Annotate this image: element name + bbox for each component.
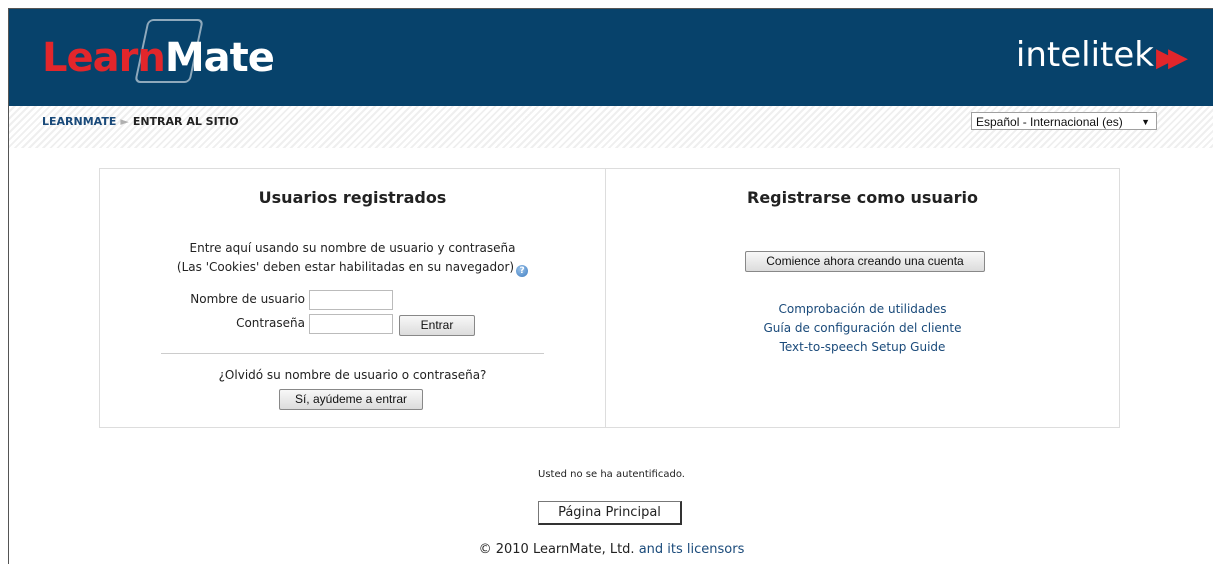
tts-setup-guide-link[interactable]: Text-to-speech Setup Guide [606, 338, 1119, 357]
client-setup-guide-link[interactable]: Guía de configuración del cliente [606, 319, 1119, 338]
login-desc-line1: Entre aquí usando su nombre de usuario y… [189, 241, 516, 255]
login-button[interactable]: Entrar [399, 315, 475, 336]
header-banner: LearnMate intelitek▶▶ [9, 9, 1213, 106]
password-label: Contraseña [236, 316, 305, 330]
username-field[interactable] [309, 290, 393, 310]
intelitek-logo: intelitek▶▶ [1015, 35, 1188, 75]
learnmate-logo[interactable]: LearnMate [42, 35, 275, 81]
password-field[interactable] [309, 314, 393, 334]
login-signup-panel: Usuarios registrados Entre aquí usando s… [99, 168, 1120, 428]
intelitek-text: intelitek [1015, 35, 1154, 75]
login-desc-line2: (Las 'Cookies' deben estar habilitadas e… [176, 260, 515, 274]
login-section: Usuarios registrados Entre aquí usando s… [100, 169, 606, 427]
login-status: Usted no se ha autentificado. [538, 469, 685, 480]
home-page-button[interactable]: Página Principal [538, 501, 682, 525]
logo-learn-text: Learn [42, 35, 166, 81]
login-title: Usuarios registrados [258, 188, 447, 207]
breadcrumb-separator-icon: ► [120, 115, 129, 128]
language-select-value: Español - Internacional (es) [976, 115, 1123, 129]
signup-title: Registrarse como usuario [747, 188, 978, 207]
login-desc-line2-wrap: (Las 'Cookies' deben estar habilitadas e… [100, 258, 605, 277]
breadcrumb-home-link[interactable]: LEARNMATE [42, 115, 116, 128]
double-arrow-icon: ▶▶ [1156, 43, 1188, 73]
utilities-check-link[interactable]: Comprobación de utilidades [606, 300, 1119, 319]
help-icon[interactable]: ? [516, 265, 529, 277]
logo-mate-text: Mate [164, 35, 275, 81]
licensors-link[interactable]: and its licensors [639, 542, 745, 557]
forgot-help-button[interactable]: Sí, ayúdeme a entrar [279, 389, 423, 410]
navigation-bar: LEARNMATE ► ENTRAR AL SITIO Español - Inte… [9, 106, 1213, 148]
footer: © 2010 LearnMate, Ltd. and its licensors [9, 542, 1213, 557]
footer-copyright: © 2010 LearnMate, Ltd. [478, 542, 635, 557]
page-frame: LearnMate intelitek▶▶ LEARNMATE ► ENTRAR A… [8, 8, 1213, 564]
breadcrumb-current: ENTRAR AL SITIO [132, 115, 239, 128]
username-label: Nombre de usuario [190, 292, 305, 306]
chevron-down-icon: ▼ [1141, 117, 1150, 127]
signup-section: Registrarse como usuario Comience ahora … [606, 169, 1119, 427]
create-account-button[interactable]: Comience ahora creando una cuenta [745, 251, 985, 272]
login-description: Entre aquí usando su nombre de usuario y… [100, 239, 605, 277]
language-select[interactable]: Español - Internacional (es) ▼ [971, 112, 1157, 130]
breadcrumb: LEARNMATE ► ENTRAR AL SITIO [42, 115, 239, 128]
utility-links: Comprobación de utilidades Guía de confi… [606, 300, 1119, 357]
forgot-text: ¿Olvidó su nombre de usuario o contraseñ… [218, 368, 487, 382]
divider [161, 353, 544, 354]
